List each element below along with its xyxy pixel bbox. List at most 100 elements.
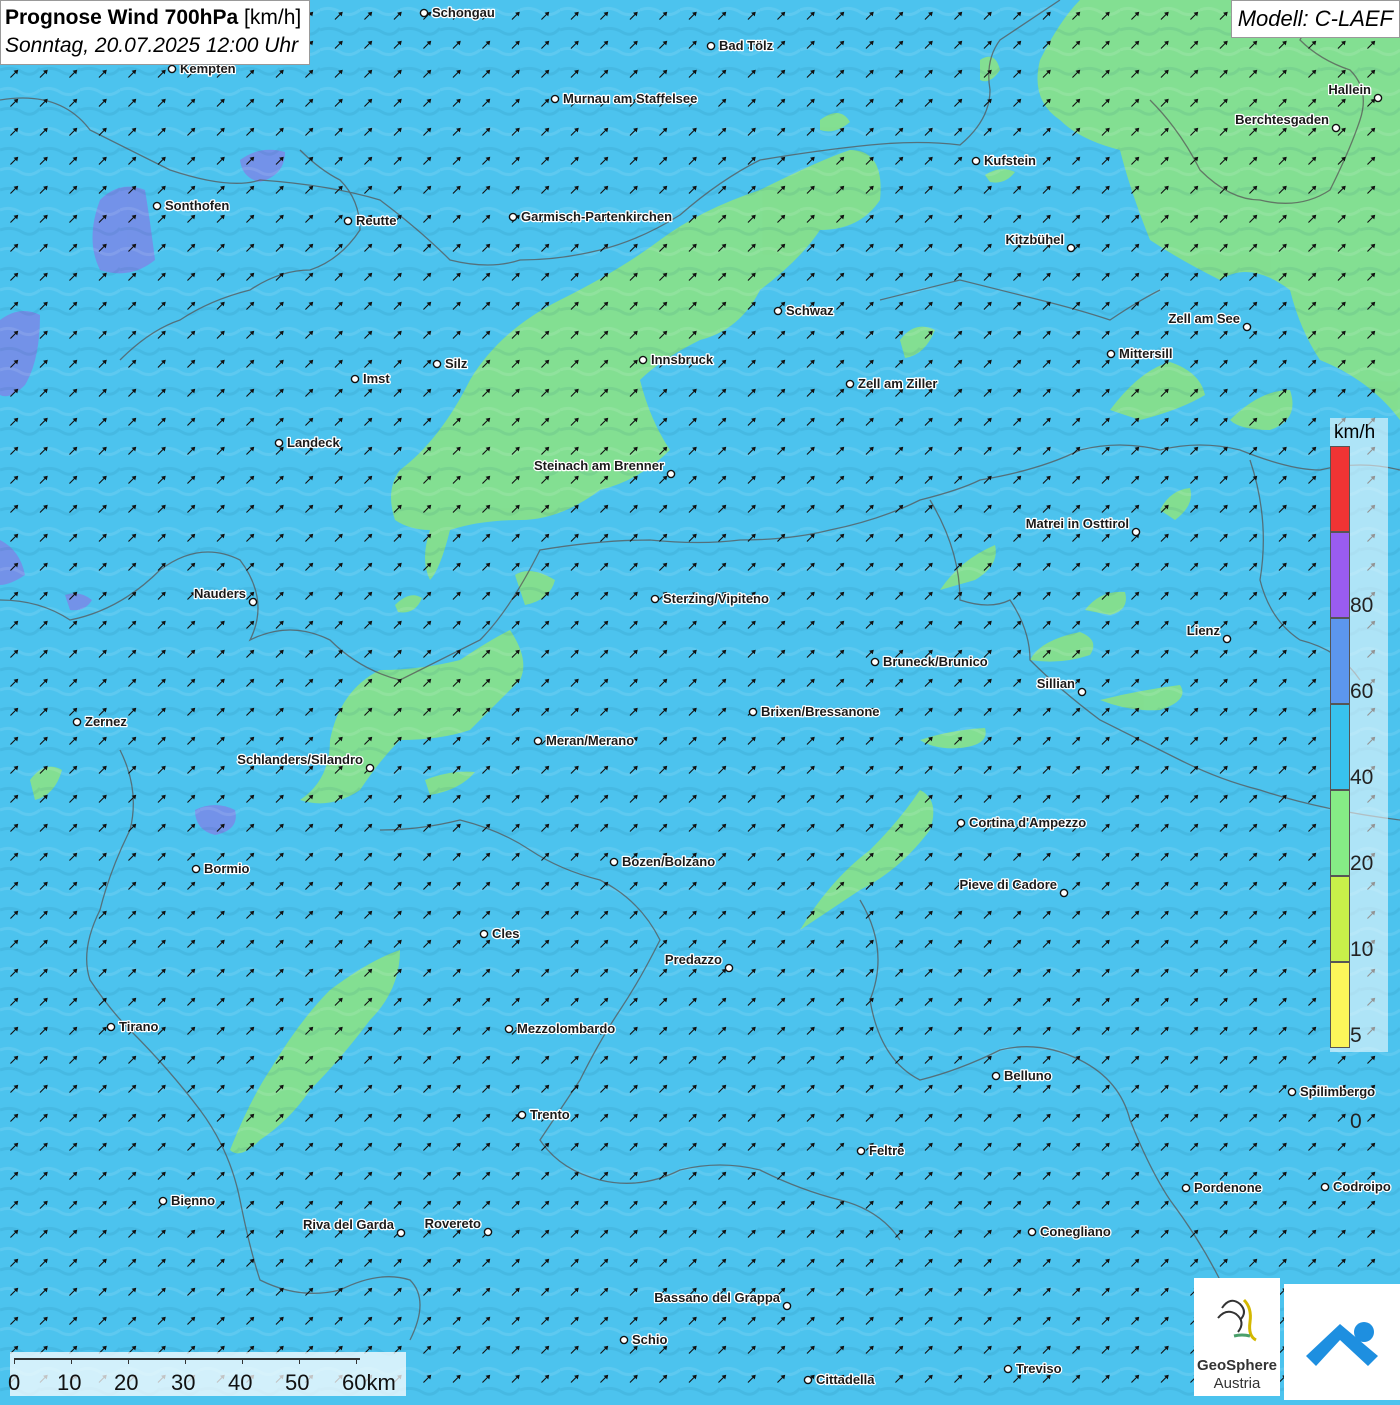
- logo-name-1: GeoSphere: [1196, 1357, 1278, 1374]
- scale-tick: [356, 1358, 357, 1364]
- city-label: Steinach am Brenner: [534, 458, 664, 473]
- city-dot: [991, 1071, 1001, 1081]
- city-label: Imst: [363, 371, 390, 386]
- city-dot: [550, 94, 560, 104]
- city-dot: [619, 1335, 629, 1345]
- city-marker: Spilimbergo: [1287, 1083, 1376, 1100]
- title-box: Prognose Wind 700hPa [km/h] Sonntag, 20.…: [0, 0, 311, 65]
- city-label: Zell am Ziller: [858, 376, 937, 391]
- city-marker: Garmisch-Partenkirchen: [508, 208, 673, 225]
- city-label: Sillian: [1037, 676, 1075, 691]
- scale-label: 0: [8, 1370, 21, 1395]
- city-label: Kitzbühel: [1006, 232, 1065, 247]
- city-dot: [1287, 1087, 1297, 1097]
- scale-tick: [299, 1358, 300, 1364]
- city-label: Berchtesgaden: [1235, 112, 1329, 127]
- wind-map[interactable]: SchongauBad TölzKemptenMurnau am Staffel…: [0, 0, 1400, 1400]
- scale-bar: 0 10 20 30 40 50 60km: [8, 1352, 406, 1396]
- city-dot: [1131, 527, 1141, 537]
- legend-label: 60: [1350, 680, 1374, 703]
- city-dot: [191, 864, 201, 874]
- scale-tick: [185, 1358, 186, 1364]
- city-dot: [365, 763, 375, 773]
- city-label: Treviso: [1016, 1361, 1062, 1376]
- city-marker: Sterzing/Vipiteno: [650, 590, 770, 607]
- geosphere-logo[interactable]: GeoSphere Austria: [1194, 1278, 1280, 1396]
- city-label: Pordenone: [1194, 1180, 1262, 1195]
- city-marker: Bozen/Bolzano: [609, 853, 716, 870]
- city-dot: [856, 1146, 866, 1156]
- city-dot: [845, 379, 855, 389]
- city-dot: [706, 41, 716, 51]
- city-dot: [152, 201, 162, 211]
- city-label: Feltre: [869, 1143, 904, 1158]
- city-label: Lienz: [1187, 623, 1221, 638]
- city-label: Bassano del Grappa: [654, 1290, 780, 1305]
- city-label: Bienno: [171, 1193, 215, 1208]
- city-marker: Murnau am Staffelsee: [550, 90, 699, 107]
- legend-unit: km/h: [1334, 422, 1376, 443]
- city-dot: [1242, 322, 1252, 332]
- city-label: Bruneck/Brunico: [883, 654, 988, 669]
- legend-color-step: [1330, 618, 1350, 704]
- city-marker: Pordenone: [1181, 1179, 1263, 1196]
- city-dot: [1059, 888, 1069, 898]
- city-label: Zell am See: [1168, 311, 1240, 326]
- city-dot: [782, 1301, 792, 1311]
- city-label: Riva del Garda: [303, 1217, 395, 1232]
- city-label: Kufstein: [984, 153, 1036, 168]
- scale-tick: [128, 1358, 129, 1364]
- city-label: Rovereto: [425, 1216, 481, 1231]
- city-marker: Zell am Ziller: [845, 375, 939, 392]
- city-label: Trento: [530, 1107, 570, 1122]
- city-label: Reutte: [356, 213, 396, 228]
- city-dot: [350, 374, 360, 384]
- city-dot: [1181, 1183, 1191, 1193]
- legend-colorbar: [1330, 446, 1350, 1048]
- city-label: Belluno: [1004, 1068, 1052, 1083]
- city-marker: Brixen/Bressanone: [748, 703, 881, 720]
- city-dot: [158, 1196, 168, 1206]
- legend-color-step: [1330, 790, 1350, 876]
- city-marker: Innsbruck: [638, 351, 715, 368]
- city-dot: [517, 1110, 527, 1120]
- city-dot: [1027, 1227, 1037, 1237]
- city-label: Cittadella: [816, 1372, 875, 1387]
- geosphere-icon: [1212, 1295, 1262, 1345]
- city-label: Codroipo: [1333, 1179, 1391, 1194]
- city-label: Garmisch-Partenkirchen: [521, 209, 672, 224]
- city-label: Schwaz: [786, 303, 834, 318]
- logo-name-2: Austria: [1213, 1375, 1261, 1392]
- city-dot: [870, 657, 880, 667]
- city-dot: [748, 707, 758, 717]
- city-label: Brixen/Bressanone: [761, 704, 880, 719]
- city-marker: Cortina d'Ampezzo: [956, 814, 1088, 831]
- city-dot: [1106, 349, 1116, 359]
- city-dot: [666, 469, 676, 479]
- city-label: Bozen/Bolzano: [622, 854, 715, 869]
- legend-label: 10: [1350, 938, 1374, 961]
- city-label: Schlanders/Silandro: [237, 752, 363, 767]
- city-marker: Schongau: [419, 4, 496, 21]
- scale-tick: [242, 1358, 243, 1364]
- city-marker: Mezzolombardo: [504, 1020, 617, 1037]
- city-label: Bad Tölz: [719, 38, 774, 53]
- scale-tick: [71, 1358, 72, 1364]
- city-label: Bormio: [204, 861, 250, 876]
- scale-label: 40: [228, 1370, 253, 1395]
- city-dot: [167, 64, 177, 74]
- legend-label: 0: [1350, 1110, 1362, 1133]
- city-dot: [479, 929, 489, 939]
- app-logo[interactable]: [1284, 1284, 1400, 1400]
- city-marker: Conegliano: [1027, 1223, 1112, 1240]
- city-dot: [432, 359, 442, 369]
- model-label: Modell: C-LAEF: [1230, 0, 1400, 38]
- city-dot: [419, 8, 429, 18]
- city-dot: [274, 438, 284, 448]
- forecast-datetime: Sonntag, 20.07.2025 12:00 Uhr: [5, 34, 299, 57]
- city-dot: [650, 594, 660, 604]
- city-dot: [971, 156, 981, 166]
- scale-label: 60km: [342, 1370, 396, 1395]
- city-label: Landeck: [287, 435, 341, 450]
- city-dot: [609, 857, 619, 867]
